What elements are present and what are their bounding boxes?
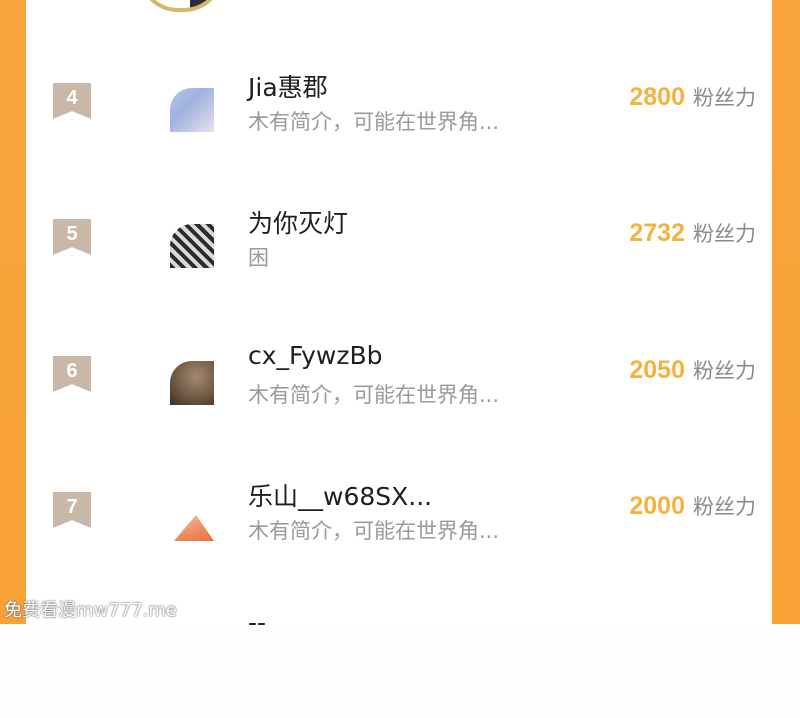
rank-badge: 6 xyxy=(53,356,91,392)
watermark: 免费看漫mw777.me xyxy=(4,600,177,621)
left-orange-border xyxy=(0,0,26,624)
user-name[interactable]: cx_FywzBb xyxy=(248,341,383,370)
list-item[interactable]: 7 乐山__w68SX... 木有简介，可能在世界角... 2000 粉丝力 xyxy=(26,477,772,587)
rank-badge: 5 xyxy=(53,219,91,255)
user-bio: 木有简介，可能在世界角... xyxy=(248,383,500,407)
fans-score: 2800 粉丝力 xyxy=(629,82,756,112)
fans-count: 2000 xyxy=(629,492,685,520)
rank-badge: 7 xyxy=(53,492,91,528)
user-name[interactable]: 为你灭灯 xyxy=(248,204,348,240)
rank-badge: 4 xyxy=(53,83,91,119)
previous-user-avatar[interactable] xyxy=(138,0,224,12)
user-name[interactable]: Jia惠郡 xyxy=(248,68,328,104)
fans-count: 2732 xyxy=(629,219,685,247)
fans-count: 2050 xyxy=(629,356,685,384)
fans-label: 粉丝力 xyxy=(693,495,756,519)
fans-count: 2800 xyxy=(629,83,685,111)
avatar[interactable] xyxy=(170,224,214,268)
fans-label: 粉丝力 xyxy=(693,222,756,246)
leaderboard-panel[interactable]: 4 Jia惠郡 木有简介，可能在世界角... 2800 粉丝力 5 为你灭灯 困 … xyxy=(26,0,772,637)
avatar[interactable] xyxy=(170,497,214,541)
fans-score: 2000 粉丝力 xyxy=(629,491,756,521)
list-item[interactable]: 5 为你灭灯 困 2732 粉丝力 xyxy=(26,204,772,314)
user-name[interactable]: 乐山__w68SX... xyxy=(248,477,432,513)
user-bio: 困 xyxy=(248,246,269,270)
fans-score: 2732 粉丝力 xyxy=(629,218,756,248)
list-item[interactable]: 4 Jia惠郡 木有简介，可能在世界角... 2800 粉丝力 xyxy=(26,68,772,178)
user-bio: 木有简介，可能在世界角... xyxy=(248,519,500,543)
user-name[interactable]: -- xyxy=(248,608,266,637)
user-bio: 木有简介，可能在世界角... xyxy=(248,110,500,134)
right-orange-border xyxy=(772,0,800,624)
list-item[interactable]: -- xyxy=(26,608,772,718)
fans-label: 粉丝力 xyxy=(693,86,756,110)
list-item[interactable]: 6 cx_FywzBb 木有简介，可能在世界角... 2050 粉丝力 xyxy=(26,341,772,451)
avatar[interactable] xyxy=(170,361,214,405)
mountain-icon xyxy=(174,515,214,541)
fans-score: 2050 粉丝力 xyxy=(629,355,756,385)
fans-label: 粉丝力 xyxy=(693,359,756,383)
avatar[interactable] xyxy=(170,88,214,132)
